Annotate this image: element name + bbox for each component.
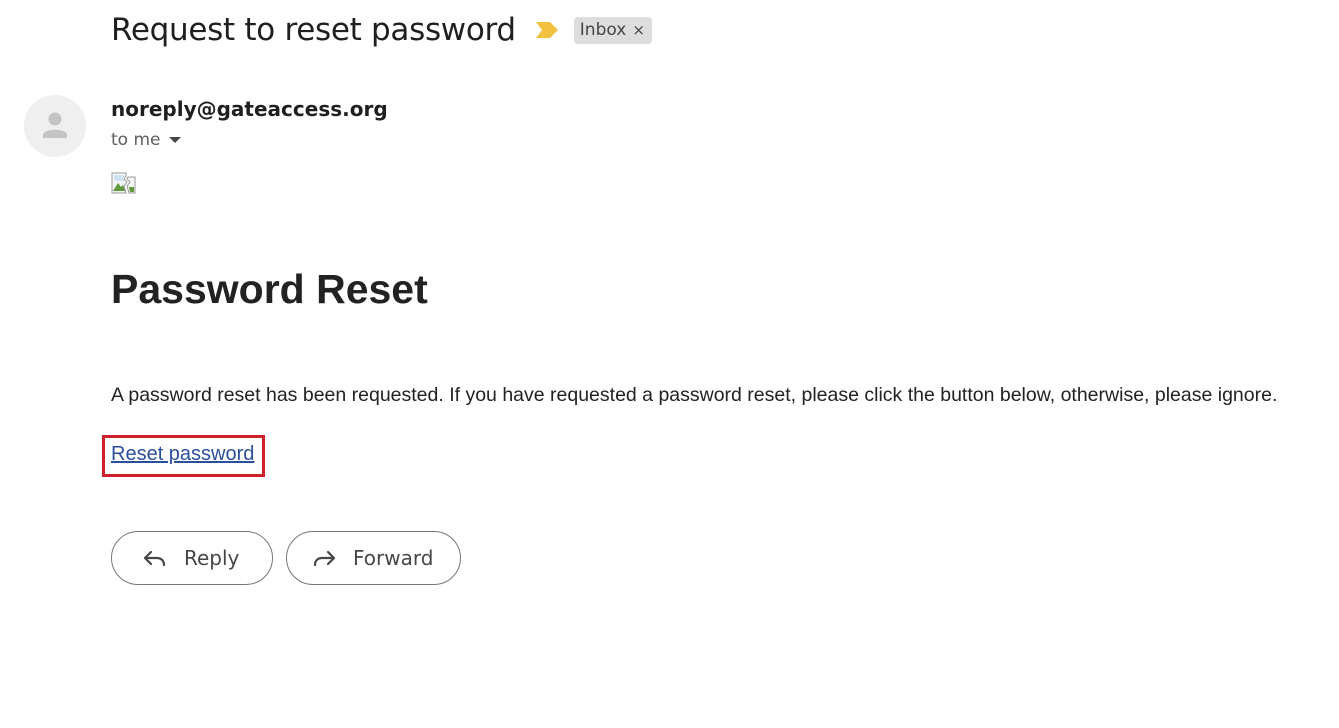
reply-icon	[142, 545, 168, 571]
reply-button[interactable]: Reply	[111, 531, 273, 585]
person-icon	[43, 112, 67, 138]
email-view: Request to reset password Inbox × norepl…	[0, 0, 1339, 728]
sender-address[interactable]: noreply@gateaccess.org	[111, 97, 388, 121]
recipient-details-toggle[interactable]: to me	[111, 130, 181, 150]
subject-row: Request to reset password Inbox ×	[111, 8, 652, 52]
broken-image-icon	[111, 172, 136, 194]
important-marker-icon[interactable]	[534, 20, 560, 40]
recipient-summary: to me	[111, 130, 161, 150]
remove-label-icon[interactable]: ×	[632, 21, 645, 39]
forward-icon	[311, 545, 337, 571]
label-chip-inbox: Inbox ×	[573, 16, 652, 44]
email-subject: Request to reset password	[111, 12, 516, 48]
label-chip-text: Inbox	[579, 20, 627, 40]
sender-avatar[interactable]	[24, 95, 86, 157]
message-heading: Password Reset	[111, 266, 428, 312]
reset-password-link[interactable]: Reset password	[111, 443, 254, 466]
forward-button[interactable]: Forward	[286, 531, 461, 585]
message-body: A password reset has been requested. If …	[111, 384, 1278, 406]
chevron-down-icon	[168, 137, 181, 143]
forward-label: Forward	[353, 546, 434, 570]
reply-label: Reply	[184, 546, 240, 570]
